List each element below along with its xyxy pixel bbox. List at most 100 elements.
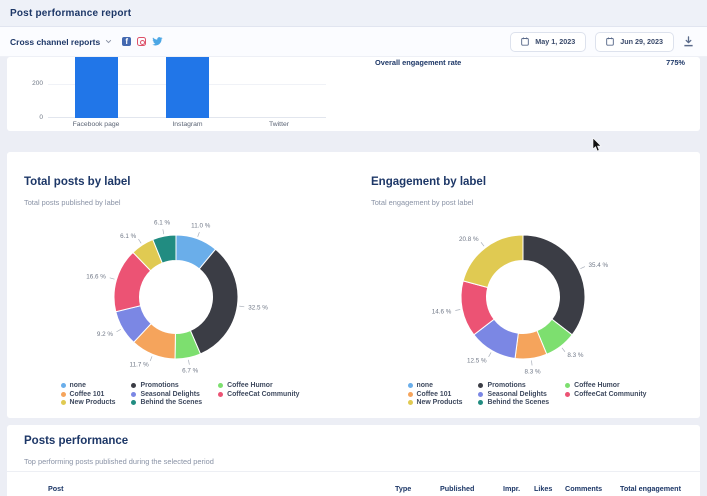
bar-instagram[interactable] xyxy=(166,57,209,118)
facebook-icon[interactable]: f xyxy=(122,37,131,46)
label-leader-line xyxy=(580,267,584,269)
legend-item-seasonal-delights[interactable]: Seasonal Delights xyxy=(478,391,549,398)
posts-table-header: PostTypePublishedImpr.LikesCommentsTotal… xyxy=(7,471,700,496)
section-subtitle: Top performing posts published during th… xyxy=(24,457,214,466)
legend-item-new-products[interactable]: New Products xyxy=(61,399,116,406)
x-axis-label-facebook-page: Facebook page xyxy=(50,121,142,128)
slice-percent-label: 32.5 % xyxy=(248,304,268,311)
legend-dot xyxy=(478,392,483,397)
legend-label: Behind the Scenes xyxy=(487,399,549,406)
slice-percent-label: 20.8 % xyxy=(459,236,479,243)
legend-dot xyxy=(478,400,483,405)
legend-label: Behind the Scenes xyxy=(140,399,202,406)
slice-percent-label: 16.6 % xyxy=(86,274,106,281)
legend-item-none[interactable]: none xyxy=(408,382,463,389)
end-date-value: Jun 29, 2023 xyxy=(620,37,663,46)
legend-item-coffeecat-community[interactable]: CoffeeCat Community xyxy=(565,391,646,398)
legend-dot xyxy=(61,400,66,405)
slice-percent-label: 35.4 % xyxy=(588,262,608,269)
label-leader-line xyxy=(481,242,484,246)
posts-by-network-bar-chart: 2000Facebook pageInstagramTwitter xyxy=(7,57,372,131)
legend-label: Coffee Humor xyxy=(227,382,273,389)
end-date-picker[interactable]: Jun 29, 2023 xyxy=(595,32,674,52)
legend-label: CoffeeCat Community xyxy=(227,391,299,398)
slice-percent-label: 9.2 % xyxy=(97,331,114,338)
legend-item-behind-the-scenes[interactable]: Behind the Scenes xyxy=(478,399,549,406)
engagement-by-label-section: Engagement by label Total engagement by … xyxy=(354,152,700,418)
post-performance-report-page: Post performance report Cross channel re… xyxy=(0,0,707,496)
legend-dot xyxy=(478,383,483,388)
column-header-impr-: Impr. xyxy=(503,484,534,493)
column-header-post: Post xyxy=(48,484,395,493)
slice-percent-label: 8.3 % xyxy=(525,368,542,375)
slice-percent-label: 6.7 % xyxy=(182,368,199,375)
legend-column: Coffee Humor CoffeeCat Community xyxy=(218,382,299,406)
instagram-icon[interactable] xyxy=(137,37,146,46)
section-title: Total posts by label xyxy=(24,176,131,188)
donut-slice-promotions[interactable] xyxy=(523,235,585,335)
legend-column: none Coffee 101New Products xyxy=(61,382,116,406)
legend-column: Promotions Seasonal DelightsBehind the Sc… xyxy=(478,382,549,406)
section-subtitle: Total engagement by post label xyxy=(371,198,473,207)
legend-dot xyxy=(131,392,136,397)
y-axis-tick: 0 xyxy=(7,114,43,121)
report-toolbar: Cross channel reports f May 1, 2023 xyxy=(0,27,707,57)
legend-label: Seasonal Delights xyxy=(140,391,199,398)
toolbar-right: May 1, 2023 Jun 29, 2023 xyxy=(510,32,697,52)
calendar-icon xyxy=(606,37,614,46)
download-report-button[interactable] xyxy=(683,35,697,49)
posts-performance-card: Posts performance Top performing posts p… xyxy=(7,425,700,496)
legend-item-coffee-humor[interactable]: Coffee Humor xyxy=(218,382,299,389)
report-type-label: Cross channel reports xyxy=(10,37,100,47)
legend-item-coffee-101[interactable]: Coffee 101 xyxy=(408,391,463,398)
label-leader-line xyxy=(239,306,244,307)
legend-label: Seasonal Delights xyxy=(487,391,546,398)
x-axis-label-instagram: Instagram xyxy=(142,121,234,128)
legend-dot xyxy=(408,400,413,405)
legend-dot xyxy=(565,383,570,388)
bar-facebook-page[interactable] xyxy=(75,57,118,118)
slice-percent-label: 8.3 % xyxy=(567,352,584,359)
legend-dot xyxy=(408,383,413,388)
label-leader-line xyxy=(138,239,141,243)
legend-item-promotions[interactable]: Promotions xyxy=(131,382,202,389)
label-leader-line xyxy=(562,348,565,352)
column-header-published: Published xyxy=(440,484,503,493)
legend-dot xyxy=(61,392,66,397)
slice-percent-label: 14.6 % xyxy=(432,308,452,315)
legend-item-coffee-101[interactable]: Coffee 101 xyxy=(61,391,116,398)
legend-dot xyxy=(565,392,570,397)
legend-label: Promotions xyxy=(487,382,525,389)
chart-legend: none Coffee 101New Products Promotions Seas… xyxy=(7,382,353,406)
label-leader-line xyxy=(188,360,189,365)
legend-label: none xyxy=(417,382,433,389)
legend-item-behind-the-scenes[interactable]: Behind the Scenes xyxy=(131,399,202,406)
start-date-value: May 1, 2023 xyxy=(535,37,575,46)
legend-dot xyxy=(218,392,223,397)
legend-dot xyxy=(408,392,413,397)
posts-by-network-card: 2000Facebook pageInstagramTwitter Overal… xyxy=(7,57,700,131)
legend-item-new-products[interactable]: New Products xyxy=(408,399,463,406)
page-title: Post performance report xyxy=(10,8,131,19)
column-header-likes: Likes xyxy=(534,484,565,493)
report-type-selector[interactable]: Cross channel reports xyxy=(10,37,112,47)
label-leader-line xyxy=(150,356,152,361)
twitter-icon[interactable] xyxy=(152,37,163,46)
chart-legend: none Coffee 101New Products Promotions Seas… xyxy=(354,382,700,406)
legend-item-promotions[interactable]: Promotions xyxy=(478,382,549,389)
app-header: Post performance report xyxy=(0,0,707,27)
label-leader-line xyxy=(116,329,120,332)
slice-percent-label: 11.0 % xyxy=(191,222,211,229)
section-title: Engagement by label xyxy=(371,176,486,188)
slice-percent-label: 6.1 % xyxy=(120,233,137,240)
legend-item-none[interactable]: none xyxy=(61,382,116,389)
legend-item-seasonal-delights[interactable]: Seasonal Delights xyxy=(131,391,202,398)
x-axis-label-twitter: Twitter xyxy=(233,121,325,128)
legend-item-coffee-humor[interactable]: Coffee Humor xyxy=(565,382,646,389)
start-date-picker[interactable]: May 1, 2023 xyxy=(510,32,586,52)
legend-item-coffeecat-community[interactable]: CoffeeCat Community xyxy=(218,391,299,398)
label-leader-line xyxy=(163,229,164,234)
chevron-down-icon xyxy=(105,38,112,45)
overall-engagement-row: Overall engagement rate 775% xyxy=(375,57,685,67)
label-leader-line xyxy=(531,360,532,365)
